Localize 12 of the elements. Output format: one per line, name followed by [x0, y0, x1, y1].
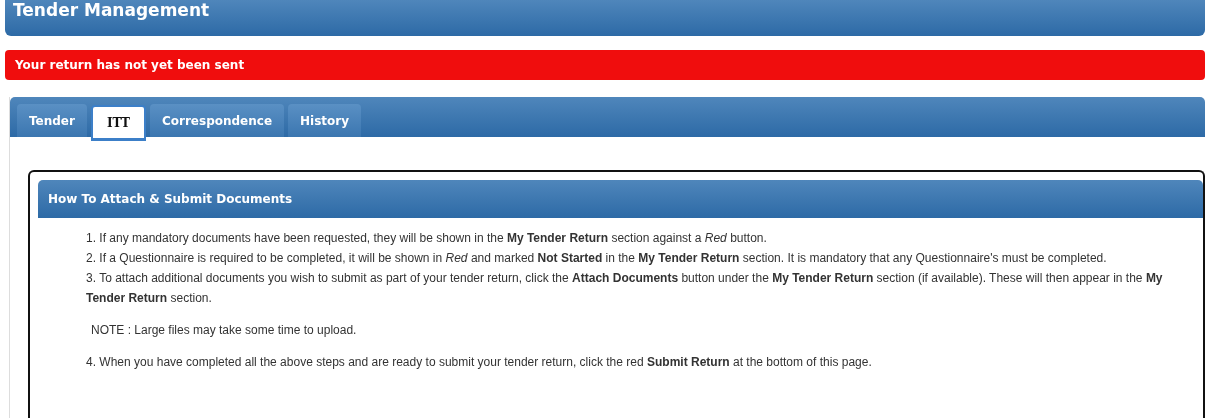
instruction-step: 3. To attach additional documents you wish to submit as part of your tender return, click the Attach Documents button under the My Tender Return section (if available). These will then appear in the My Tender Return section. — [86, 268, 1183, 308]
instruction-step: 2. If a Questionnaire is required to be completed, it will be shown in Red and marked Not Started in the My Tender Return section. It is mandatory that any Questionnaire's must be completed. — [86, 248, 1183, 268]
tab[interactable]: Correspondence — [149, 104, 285, 137]
note-text: NOTE : Large files may take some time to upload. — [91, 322, 358, 339]
alert-banner: Your return has not yet been sent — [5, 50, 1205, 80]
instruction-step: 1. If any mandatory documents have been requested, they will be shown in the My Tender Return section against a Red button. — [86, 228, 1183, 248]
instruction-step: 4. When you have completed all the above steps and are ready to submit your tender return, click the red Submit Return at the bottom of this page. — [86, 352, 1183, 372]
tab[interactable]: ITT — [90, 105, 146, 141]
tab[interactable]: History — [288, 104, 362, 137]
tab[interactable]: Tender — [17, 104, 87, 137]
panel-title: How To Attach & Submit Documents — [38, 180, 1203, 218]
page-title: Tender Management — [5, 0, 1205, 36]
